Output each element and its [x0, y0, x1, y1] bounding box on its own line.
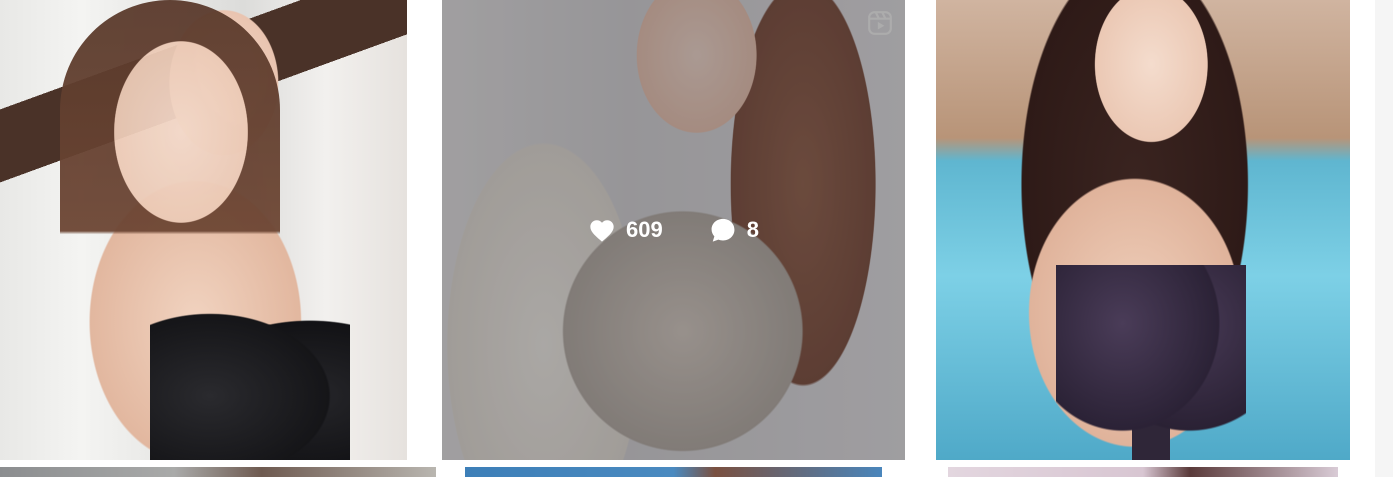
- heart-icon: [590, 220, 614, 242]
- likes-count: 609: [626, 217, 663, 242]
- post-tile[interactable]: [0, 467, 436, 477]
- post-image-detail: [150, 300, 350, 460]
- comment-icon: [711, 218, 735, 242]
- post-tile[interactable]: [936, 0, 1350, 460]
- post-image-detail: [1056, 265, 1246, 460]
- posts-grid: 609 8: [0, 0, 1393, 477]
- post-tile[interactable]: [0, 0, 407, 460]
- post-tile[interactable]: [948, 467, 1338, 477]
- post-stats: 609 8: [442, 216, 905, 244]
- post-tile-hovered[interactable]: 609 8: [442, 0, 905, 460]
- post-image-detail: [60, 0, 280, 330]
- page-edge: [1375, 0, 1393, 477]
- likes-stat: 609: [588, 217, 663, 243]
- post-tile[interactable]: [465, 467, 882, 477]
- comments-count: 8: [746, 217, 759, 242]
- comments-stat: 8: [709, 216, 759, 244]
